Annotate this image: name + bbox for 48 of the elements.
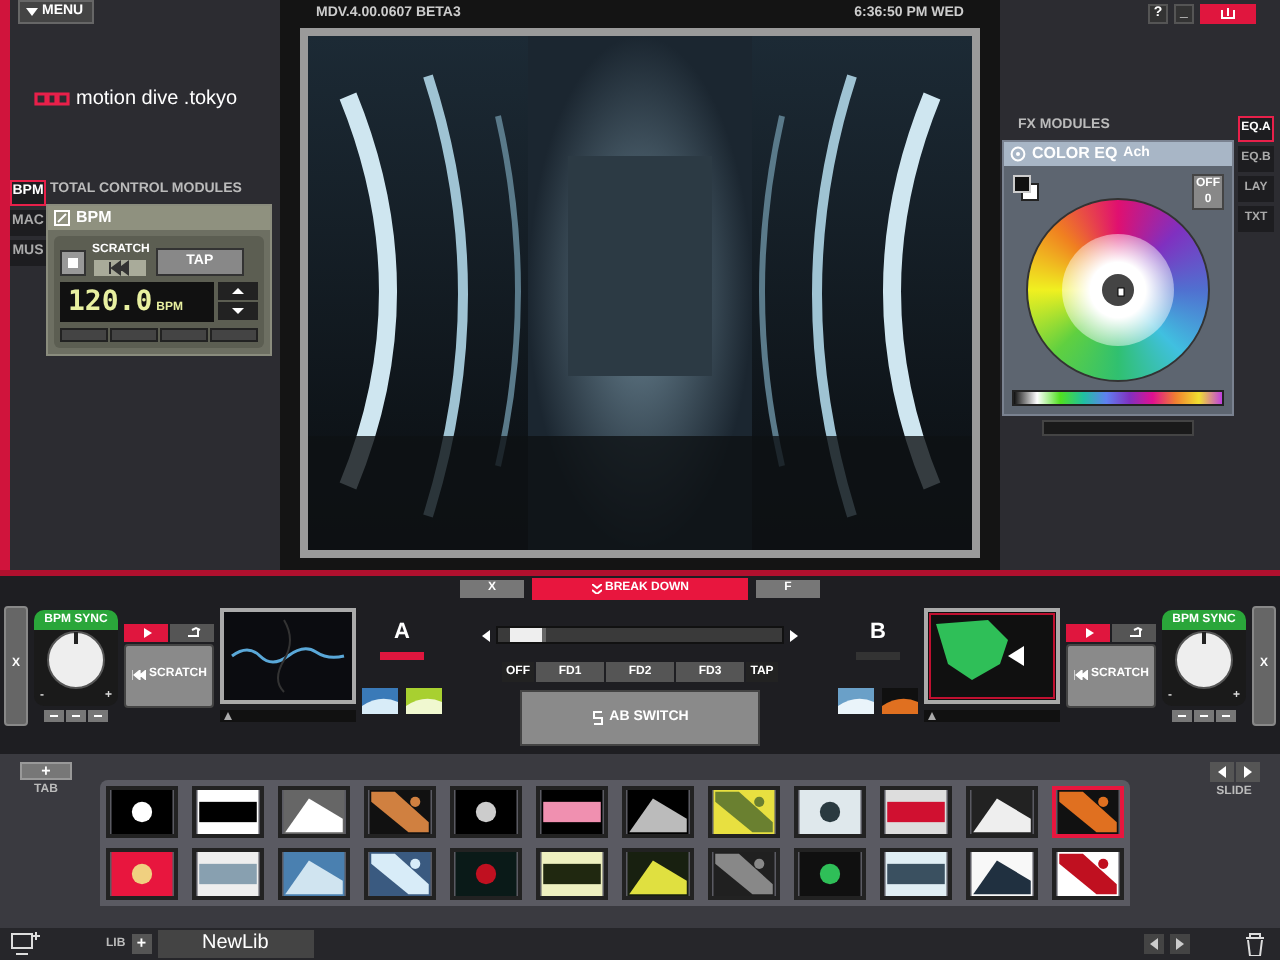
nudge-button[interactable] <box>88 709 108 721</box>
crossfader-track[interactable] <box>496 626 784 644</box>
color-strip[interactable] <box>1012 390 1224 406</box>
color-picker-handle[interactable] <box>1102 274 1134 306</box>
caret-icon <box>26 8 38 16</box>
module-icon <box>1010 146 1026 162</box>
color-swatch-icon[interactable] <box>1012 174 1040 202</box>
eject-button[interactable] <box>170 623 214 641</box>
add-tab-button[interactable]: + <box>20 762 72 780</box>
new-library-icon[interactable] <box>8 932 40 956</box>
left-arrow-icon[interactable] <box>482 629 490 641</box>
deck-label: A <box>394 617 410 648</box>
power-button[interactable] <box>1200 4 1256 24</box>
nudge-button[interactable] <box>66 709 86 721</box>
bpm-value: 120.0 <box>68 286 153 318</box>
slide-right-button[interactable] <box>1235 762 1259 782</box>
logo-icon <box>34 92 70 106</box>
chevron-icon <box>591 584 601 594</box>
deck-label: B <box>870 617 886 648</box>
down-button[interactable] <box>218 302 258 320</box>
trash-icon[interactable] <box>1240 932 1268 956</box>
nudge-button[interactable] <box>1216 709 1236 721</box>
scroll-right-button[interactable] <box>1170 934 1190 954</box>
deck-indicator <box>380 652 424 661</box>
rewind-icon <box>131 670 146 680</box>
crossfader-thumb[interactable] <box>510 628 547 642</box>
scroll-left-button[interactable] <box>1144 934 1164 954</box>
play-button[interactable] <box>124 623 168 641</box>
knob[interactable] <box>46 629 106 689</box>
logo-text: motion dive .tokyo <box>76 86 238 114</box>
nudge-button[interactable] <box>1194 709 1214 721</box>
nudge-button[interactable] <box>1172 709 1192 721</box>
library-tab[interactable]: NewLib <box>157 930 314 958</box>
add-library-button[interactable]: + <box>131 934 152 954</box>
slide-left-button[interactable] <box>1209 762 1233 782</box>
rewind-button[interactable] <box>94 260 147 276</box>
knob[interactable] <box>1174 629 1234 689</box>
nudge-button[interactable] <box>44 709 64 721</box>
module-title: COLOR EQ <box>1032 142 1118 166</box>
rewind-icon <box>1073 670 1088 680</box>
switch-icon <box>591 710 604 726</box>
stop-button[interactable] <box>60 250 86 276</box>
right-arrow-icon[interactable] <box>790 629 798 641</box>
eject-button[interactable] <box>1112 623 1156 641</box>
play-button[interactable] <box>1066 623 1110 641</box>
module-icon <box>54 210 70 226</box>
module-title: BPM <box>76 206 112 230</box>
up-button[interactable] <box>218 282 258 300</box>
